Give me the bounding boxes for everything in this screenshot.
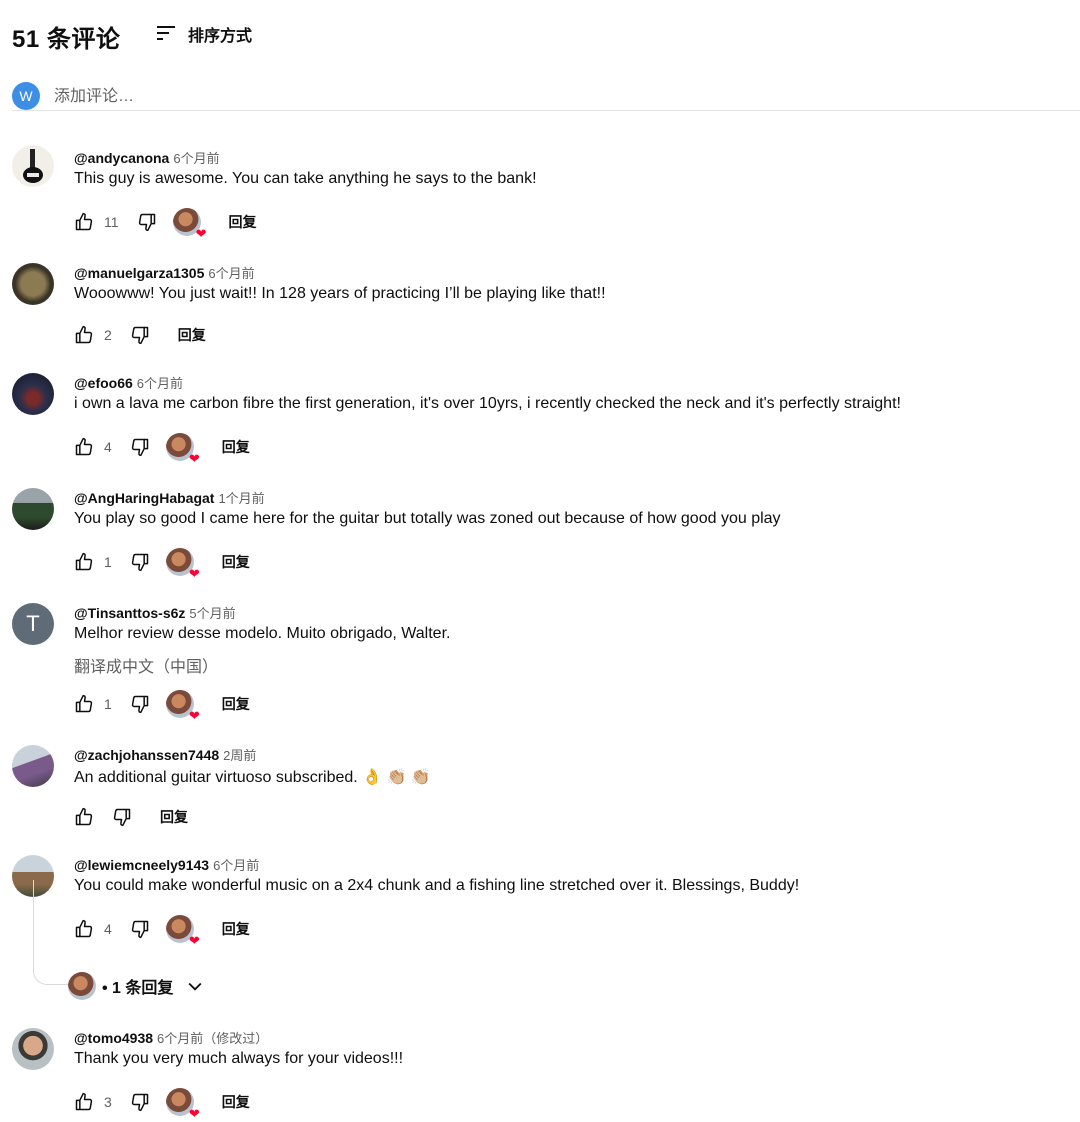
heart-icon: ❤ — [195, 226, 207, 241]
comment-time[interactable]: 6个月前 — [208, 266, 254, 281]
comment-author[interactable]: @efoo66 — [74, 375, 133, 391]
avatar[interactable]: T — [12, 603, 54, 645]
comment-author[interactable]: @Tinsanttos-s6z — [74, 605, 185, 621]
comment-text: An additional guitar virtuoso subscribed… — [74, 769, 431, 786]
comment-time[interactable]: 6个月前 — [213, 858, 259, 873]
comment-time[interactable]: 5个月前 — [189, 606, 235, 621]
creator-heart-badge: ❤ — [165, 1088, 200, 1120]
thumbs-down-icon[interactable] — [112, 807, 132, 827]
comment-author[interactable]: @andycanona — [74, 150, 169, 166]
comment-author[interactable]: @tomo4938 — [74, 1030, 153, 1046]
creator-heart-badge: ❤ — [172, 208, 207, 240]
thread-connector — [33, 880, 74, 985]
comment-actions: 2 回复 — [74, 321, 206, 349]
thumbs-down-icon[interactable] — [130, 325, 150, 345]
comment-text: Wooowww! You just wait!! In 128 years of… — [74, 285, 606, 302]
guitar-avatar-image — [23, 149, 43, 183]
reply-button[interactable]: 回复 — [222, 437, 250, 457]
heart-icon: ❤ — [188, 708, 200, 723]
thumbs-down-icon[interactable] — [130, 919, 150, 939]
thumbs-down-icon[interactable] — [130, 437, 150, 457]
avatar[interactable] — [12, 745, 54, 787]
like-count: 2 — [104, 327, 112, 343]
sort-lines-icon — [157, 26, 175, 40]
comment-actions: 回复 — [74, 803, 188, 831]
thumbs-up-icon[interactable] — [74, 919, 94, 939]
comment-actions: 4 ❤ 回复 — [74, 915, 250, 947]
comment-time[interactable]: 6个月前 — [137, 376, 183, 391]
avatar[interactable] — [12, 145, 54, 187]
comment-text: Thank you very much always for your vide… — [74, 1050, 404, 1067]
like-count: 11 — [104, 214, 119, 230]
reply-button[interactable]: 回复 — [222, 552, 250, 572]
add-comment-row[interactable]: W 添加评论… — [12, 80, 1080, 111]
comment-actions: 3 ❤ 回复 — [74, 1088, 250, 1120]
avatar[interactable] — [12, 373, 54, 415]
comment-time[interactable]: 6个月前（修改过） — [157, 1031, 268, 1046]
comment-text: You could make wonderful music on a 2x4 … — [74, 877, 800, 894]
comment-text: Melhor review desse modelo. Muito obriga… — [74, 625, 451, 642]
reply-button[interactable]: 回复 — [229, 212, 257, 232]
comment-author[interactable]: @lewiemcneely9143 — [74, 857, 209, 873]
comment-actions: 4 ❤ 回复 — [74, 433, 250, 465]
comment-count-title: 51 条评论 — [12, 25, 121, 53]
avatar[interactable] — [12, 488, 54, 530]
thumbs-up-icon[interactable] — [74, 437, 94, 457]
creator-heart-badge: ❤ — [165, 690, 200, 722]
comment-actions: 11 ❤ 回复 — [74, 208, 257, 240]
avatar[interactable] — [12, 1028, 54, 1070]
comment-text: i own a lava me carbon fibre the first g… — [74, 395, 901, 412]
thumbs-down-icon[interactable] — [137, 212, 157, 232]
creator-heart-badge: ❤ — [165, 548, 200, 580]
reply-button[interactable]: 回复 — [222, 694, 250, 714]
like-count: 1 — [104, 696, 112, 712]
thumbs-down-icon[interactable] — [130, 1092, 150, 1112]
thumbs-down-icon[interactable] — [130, 694, 150, 714]
heart-icon: ❤ — [188, 566, 200, 581]
like-count: 4 — [104, 439, 112, 455]
comment-text: This guy is awesome. You can take anythi… — [74, 170, 537, 187]
reply-button[interactable]: 回复 — [160, 807, 188, 827]
sort-button[interactable]: 排序方式 — [154, 22, 252, 46]
heart-icon: ❤ — [188, 933, 200, 948]
avatar[interactable] — [12, 263, 54, 305]
thumbs-up-icon[interactable] — [74, 694, 94, 714]
thumbs-down-icon[interactable] — [130, 552, 150, 572]
comment-author[interactable]: @zachjohanssen7448 — [74, 747, 219, 763]
heart-icon: ❤ — [188, 451, 200, 466]
thumbs-up-icon[interactable] — [74, 212, 94, 232]
comment-author[interactable]: @AngHaringHabagat — [74, 490, 214, 506]
like-count: 3 — [104, 1094, 112, 1110]
thumbs-up-icon[interactable] — [74, 325, 94, 345]
reply-button[interactable]: 回复 — [222, 919, 250, 939]
like-count: 4 — [104, 921, 112, 937]
comment-author[interactable]: @manuelgarza1305 — [74, 265, 204, 281]
comment-actions: 1 ❤ 回复 — [74, 690, 250, 722]
comment-text: You play so good I came here for the gui… — [74, 510, 781, 527]
add-comment-input[interactable]: 添加评论… — [54, 82, 134, 106]
comment-time[interactable]: 1个月前 — [218, 491, 264, 506]
comment-time[interactable]: 2周前 — [223, 748, 256, 763]
creator-heart-badge: ❤ — [165, 433, 200, 465]
thumbs-up-icon[interactable] — [74, 807, 94, 827]
sort-label: 排序方式 — [188, 28, 253, 45]
translate-link[interactable]: 翻译成中文（中国） — [74, 653, 218, 677]
avatar: W — [12, 82, 40, 110]
thumbs-up-icon[interactable] — [74, 552, 94, 572]
comments-header: 51 条评论 — [12, 18, 120, 54]
heart-icon: ❤ — [188, 1106, 200, 1121]
reply-button[interactable]: 回复 — [178, 325, 206, 345]
comment-actions: 1 ❤ 回复 — [74, 548, 250, 580]
comment-time[interactable]: 6个月前 — [173, 151, 219, 166]
chevron-down-icon — [188, 982, 202, 991]
creator-heart-badge: ❤ — [165, 915, 200, 947]
reply-button[interactable]: 回复 — [222, 1092, 250, 1112]
like-count: 1 — [104, 554, 112, 570]
avatar — [68, 972, 96, 1000]
thumbs-up-icon[interactable] — [74, 1092, 94, 1112]
replies-toggle[interactable]: • 1 条回复 — [68, 972, 205, 1000]
replies-count: • 1 条回复 — [102, 980, 174, 997]
